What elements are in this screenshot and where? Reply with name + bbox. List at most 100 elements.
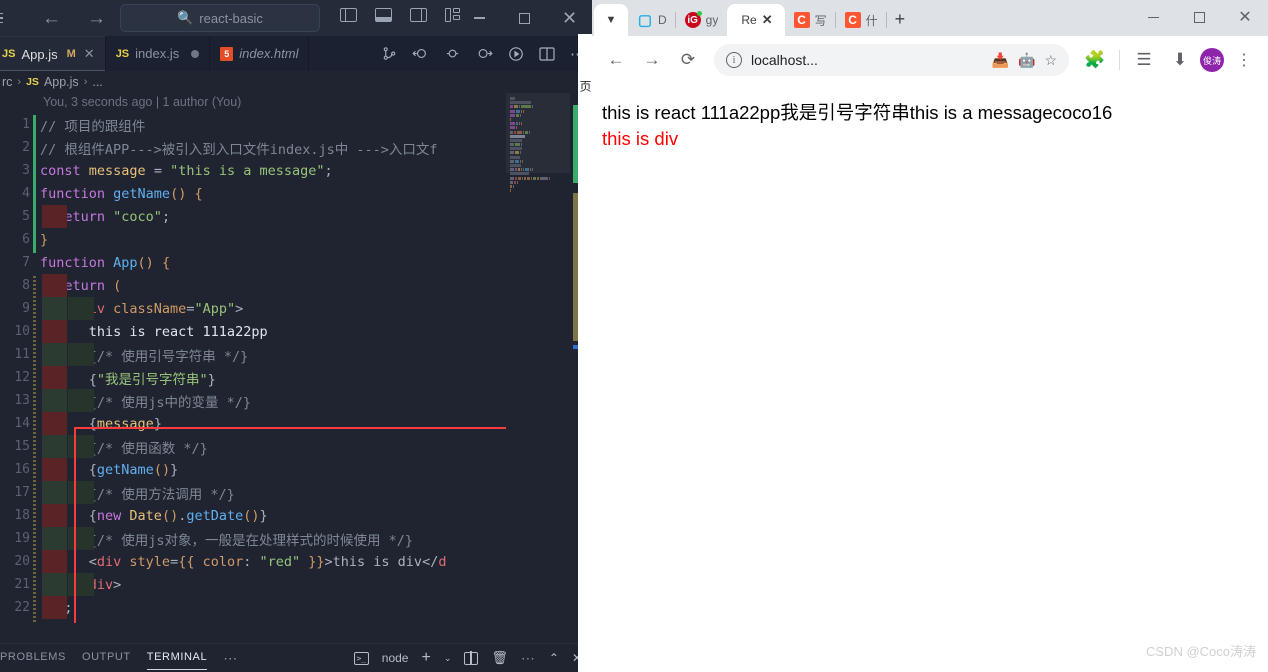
close-button[interactable]: ✕ [1222,0,1268,34]
avatar[interactable]: 俊涛 [1200,48,1224,72]
kebab-menu-icon[interactable]: ⋮ [1228,44,1260,76]
code-line[interactable]: 16 {getName()} [0,458,592,481]
maximize-button[interactable] [502,0,547,36]
tab-search-chevron-down-icon[interactable]: ▼ [594,4,628,36]
run-and-debug-icon[interactable] [508,46,524,62]
toggle-secondary-sidebar-icon[interactable] [410,7,427,23]
vscode-title-bar: ← → 🔍 react-basic ✕ [0,0,592,36]
code-line[interactable]: 21 </div> [0,573,592,596]
js-icon: JS [26,76,39,88]
address-bar[interactable]: i localhost... 📥 🤖 ☆ [714,44,1069,76]
code-line[interactable]: 5 return "coco"; [0,205,592,228]
breadcrumb-folder[interactable]: rc [2,75,12,89]
code-line[interactable]: 15 {/* 使用函数 */} [0,435,592,458]
code-line[interactable]: 22 ); [0,596,592,619]
editor-minimap[interactable] [506,93,570,623]
extensions-icon[interactable]: 🧩 [1079,44,1111,76]
line-number: 14 [14,416,30,431]
current-change-icon[interactable] [444,46,461,61]
code-line[interactable]: 6} [0,228,592,251]
code-line[interactable]: 23} [0,619,592,624]
download-icon[interactable]: ⬇ [1164,44,1196,76]
url-text: localhost... [751,52,818,68]
previous-change-icon[interactable] [412,46,429,61]
line-number: 1 [22,117,30,132]
close-icon[interactable]: ✕ [84,46,95,62]
close-button[interactable]: ✕ [547,0,592,36]
command-palette-search[interactable]: 🔍 react-basic [120,4,320,32]
csdn-round-icon: iG [684,11,702,28]
code-line[interactable]: 9 <div className="App"> [0,297,592,320]
line-number: 2 [22,140,30,155]
new-terminal-icon[interactable]: + [421,649,430,667]
chrome-tab-csdn-what[interactable]: C 什 [836,4,887,36]
chrome-tab-bilibili[interactable]: ▢ D [628,4,676,36]
forward-button[interactable]: → [636,44,668,76]
breadcrumb-tail[interactable]: ... [92,75,102,89]
reading-list-icon[interactable]: ☰ [1128,44,1160,76]
code-line[interactable]: 4 function getName() { [0,182,592,205]
toggle-panel-icon[interactable] [374,8,393,22]
terminal-more-icon[interactable]: ⋯ [521,650,536,667]
code-editor[interactable]: You, 3 seconds ago | 1 author (You) 1 // … [0,93,592,623]
chrome-tab-react-active[interactable]: Re ✕ [727,4,785,36]
panel-tab-output[interactable]: OUTPUT [82,651,131,665]
chrome-tab-csdn-gy[interactable]: iG gy [676,4,728,36]
code-line[interactable]: 17 {/* 使用方法调用 */} [0,481,592,504]
back-button[interactable]: ← [600,44,632,76]
info-icon[interactable]: i [726,52,742,68]
translate-icon[interactable]: 🤖 [1018,52,1035,69]
code-line[interactable]: 10 this is react 111a22pp [0,320,592,343]
code-line[interactable]: 1 // 项目的跟组件 [0,113,592,136]
chrome-window: ▼ ▢ D iG gy Re ✕ C 写 C 什 + ✕ ← → ⟳ i loc… [592,0,1268,672]
diff-marker [68,527,94,550]
chevron-down-icon[interactable]: ⌄ [444,653,452,664]
line-number: 21 [14,577,30,592]
background-window-sliver[interactable]: 页杯可39双热 [578,34,592,672]
star-icon[interactable]: ☆ [1044,52,1057,69]
diff-marker [42,412,67,435]
panel-tab-problems[interactable]: PROBLEMS [0,651,66,665]
close-icon[interactable]: ✕ [762,12,773,28]
split-terminal-icon[interactable] [464,651,479,665]
panel-more-icon[interactable]: ⋯ [223,650,238,667]
panel-tab-terminal[interactable]: TERMINAL [146,651,208,670]
code-line[interactable]: 7 function App() { [0,251,592,274]
code-line[interactable]: 19 {/* 使用js对象，一般是在处理样式的时候使用 */} [0,527,592,550]
minimize-button[interactable] [457,0,502,36]
diff-marker [68,343,94,366]
install-app-icon[interactable]: 📥 [992,52,1009,69]
reload-button[interactable]: ⟳ [672,44,704,76]
code-line[interactable]: 11 {/* 使用引号字符串 */} [0,343,592,366]
maximize-button[interactable] [1176,0,1222,34]
source-control-icon[interactable] [382,46,397,61]
back-icon[interactable]: ← [42,9,61,28]
editor-tab-app-js[interactable]: JS App.js M ✕ [0,36,106,71]
code-line[interactable]: 13 {/* 使用js中的变量 */} [0,389,592,412]
next-change-icon[interactable] [476,46,493,61]
code-line[interactable]: 3 const message = "this is a message"; [0,159,592,182]
code-line[interactable]: 18 {new Date().getDate()} [0,504,592,527]
split-editor-icon[interactable] [539,46,555,61]
trash-icon[interactable]: 🗑 [491,650,508,666]
git-modified-badge: M [66,48,76,60]
minimap-line [510,126,566,130]
forward-icon[interactable]: → [87,9,106,28]
toggle-primary-sidebar-icon[interactable] [340,7,357,23]
editor-tab-index-js[interactable]: JS index.js [105,36,211,71]
line-code: // 项目的跟组件 [40,118,146,135]
line-code: {new Date().getDate()} [40,507,268,524]
editor-tab-index-html[interactable]: 5 index.html [210,36,310,71]
code-line[interactable]: 20 <div style={{ color: "red" }}>this is… [0,550,592,573]
new-tab-button[interactable]: + [895,9,906,30]
line-code: {/* 使用js对象，一般是在处理样式的时候使用 */} [40,532,414,549]
code-line[interactable]: 12 {"我是引号字符串"} [0,366,592,389]
code-line[interactable]: 14 {message} [0,412,592,435]
minimize-button[interactable] [1130,0,1176,34]
breadcrumb-file[interactable]: App.js [44,75,79,89]
chrome-tab-csdn-write[interactable]: C 写 [785,4,836,36]
code-line[interactable]: 2 // 根组件APP--->被引入到入口文件index.js中 --->入口文f [0,136,592,159]
code-line[interactable]: 8 return ( [0,274,592,297]
chevron-up-icon[interactable]: ⌃ [549,651,559,665]
menu-hamburger-icon[interactable] [0,12,14,24]
